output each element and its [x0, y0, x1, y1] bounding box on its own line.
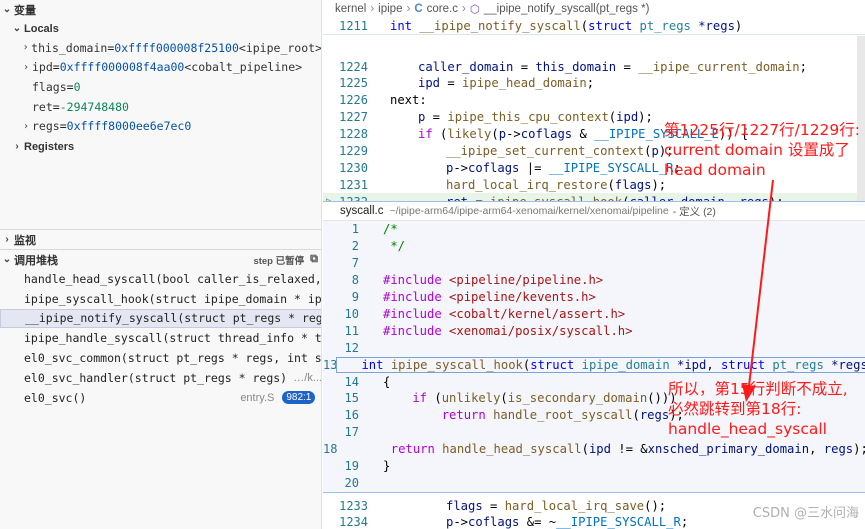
arrow-head-icon — [742, 384, 756, 402]
arrow-overlay — [742, 179, 774, 402]
annotation-arrow-line — [748, 179, 774, 387]
watermark: CSDN @三水问海 — [752, 506, 859, 521]
